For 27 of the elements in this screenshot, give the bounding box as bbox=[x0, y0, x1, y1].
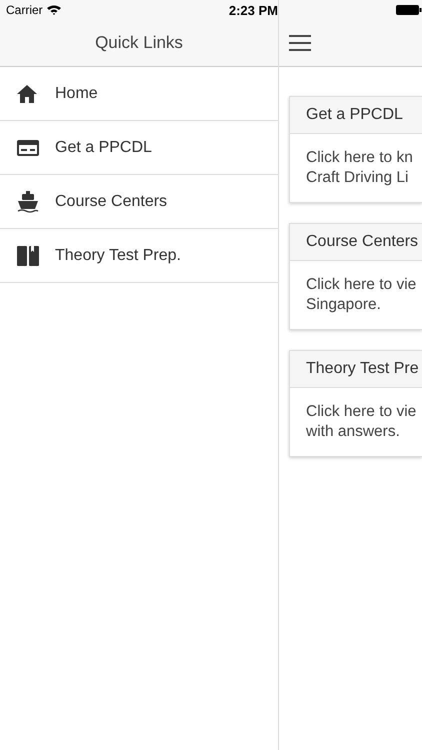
link-card[interactable]: Course Centers Click here to vie Singapore. bbox=[289, 223, 422, 330]
card-text: Click here to vie with answers. bbox=[306, 402, 418, 442]
menu-item[interactable]: Theory Test Prep. bbox=[0, 229, 278, 283]
card-text: Click here to vie Singapore. bbox=[306, 275, 418, 315]
home-icon bbox=[17, 84, 37, 102]
drawer-title: Quick Links bbox=[95, 33, 183, 53]
status-time: 2:23 PM bbox=[228, 2, 278, 18]
menu-icon[interactable] bbox=[289, 35, 311, 51]
link-card[interactable]: Theory Test Pre Click here to vie with answers. bbox=[289, 350, 422, 457]
wifi-icon bbox=[46, 5, 61, 15]
menu-item[interactable]: Home bbox=[0, 67, 278, 121]
battery-icon bbox=[396, 5, 422, 15]
credit-card-icon bbox=[17, 140, 39, 156]
carrier-label: Carrier bbox=[6, 3, 43, 17]
menu-item[interactable]: Course Centers bbox=[0, 175, 278, 229]
card-title: Get a PPCDL bbox=[290, 97, 422, 134]
book-icon bbox=[17, 246, 39, 266]
menu-item-label: Course Centers bbox=[55, 192, 168, 210]
menu-item-label: Home bbox=[55, 84, 98, 102]
ship-icon bbox=[17, 190, 39, 212]
card-title: Course Centers bbox=[290, 224, 422, 261]
menu-item[interactable]: Get a PPCDL bbox=[0, 121, 278, 175]
link-card[interactable]: Get a PPCDL Click here to kn Craft Driving Li bbox=[289, 96, 422, 203]
menu-item-label: Get a PPCDL bbox=[55, 138, 152, 156]
card-title: Theory Test Pre bbox=[290, 351, 422, 388]
card-text: Click here to kn Craft Driving Li bbox=[306, 148, 414, 188]
menu-item-label: Theory Test Prep. bbox=[55, 246, 181, 264]
